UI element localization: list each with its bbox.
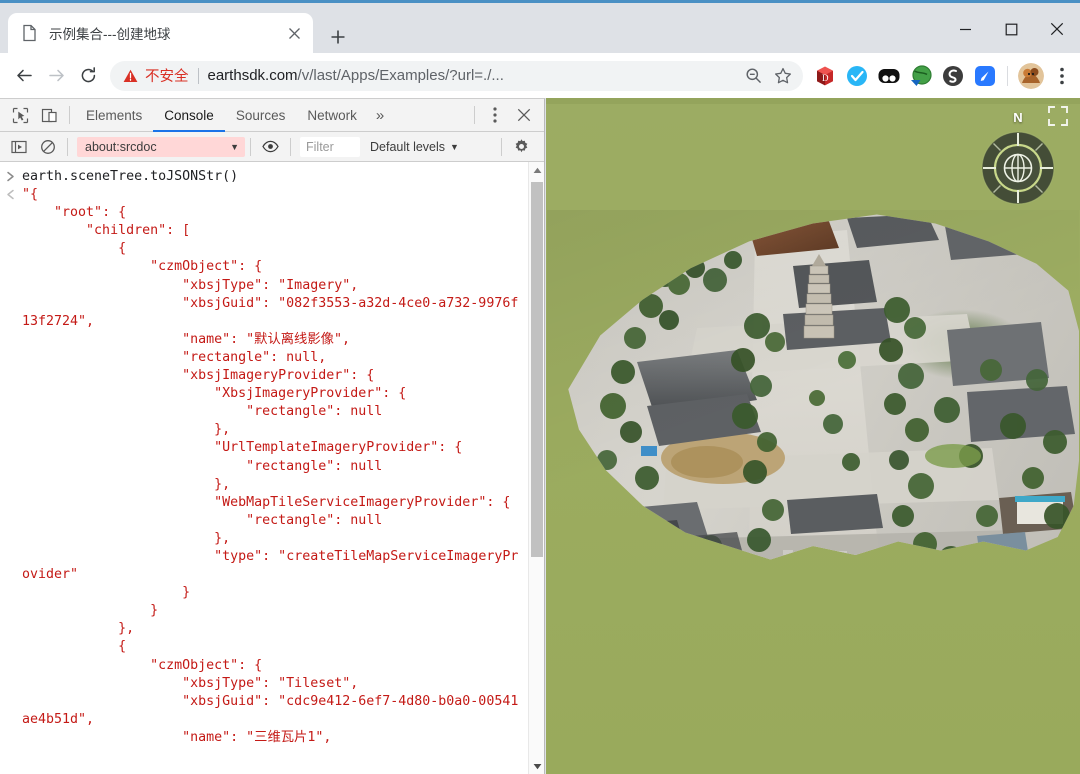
svg-text:D: D [822,73,829,83]
scrollbar-thumb[interactable] [531,182,543,557]
tab-label: Sources [235,107,286,123]
extension-dark-swirl-icon[interactable] [941,64,965,88]
inspect-element-icon[interactable] [6,101,35,129]
kebab-menu-icon[interactable] [1048,60,1076,92]
gear-icon[interactable] [507,133,536,161]
live-expression-icon[interactable] [256,133,285,161]
toolbar-divider [474,106,475,124]
scene-top-shade [546,98,1080,104]
url-domain: earthsdk.com [207,67,298,84]
tab-sources[interactable]: Sources [225,99,297,132]
execution-context-select[interactable]: about:srcdoc ▼ [77,136,245,157]
device-toolbar-icon[interactable] [35,101,64,129]
console-scrollbar[interactable] [528,162,544,774]
browser-window: 示例集合---创建地球 不安全 earthsdk.com/v/last/Apps… [0,0,1080,774]
console-toolbar: about:srcdoc ▼ Filter Default levels ▼ [0,132,544,162]
clear-console-icon[interactable] [33,133,62,161]
scroll-down-arrow-icon[interactable] [529,758,544,774]
prompt-marker [0,168,22,186]
plus-icon [331,30,345,44]
console-sidebar-icon[interactable] [4,133,33,161]
extension-black-eyes-icon[interactable] [877,64,901,88]
extensions-area: D [809,60,1080,92]
console-output[interactable]: earth.sceneTree.toJSONStr() "{ "root": {… [0,162,544,774]
arrow-right-icon [48,69,64,82]
extension-red-cube-icon[interactable]: D [813,64,837,88]
filter-placeholder: Filter [306,139,334,154]
toolbar-divider [69,106,70,124]
pagoda-structure [802,254,836,340]
tab-label: Network [307,107,357,123]
close-button[interactable] [1034,6,1080,52]
maximize-button[interactable] [988,6,1034,52]
close-devtools-button[interactable] [509,101,538,129]
console-result-text: "{ "root": { "children": [ { "czmObject"… [22,187,519,745]
back-button[interactable] [8,60,40,92]
compass-navigation-icon[interactable]: N [980,110,1056,206]
log-levels-select[interactable]: Default levels ▼ [370,140,459,154]
tab-network[interactable]: Network [296,99,368,132]
zoom-out-icon[interactable] [738,61,768,91]
tab-elements[interactable]: Elements [75,99,153,132]
extension-blue-note-icon[interactable] [973,64,997,88]
kebab-menu-icon[interactable] [480,101,509,129]
tab-console[interactable]: Console [153,99,225,132]
tab-title: 示例集合---创建地球 [49,27,171,42]
log-levels-label: Default levels [370,139,446,154]
result-marker [0,186,22,747]
document-icon [21,24,38,42]
devtools-tabbar: Elements Console Sources Network » [0,99,544,132]
fullscreen-icon[interactable] [1046,104,1070,128]
console-result-row[interactable]: "{ "root": { "children": [ { "czmObject"… [0,186,528,747]
tab-strip: 示例集合---创建地球 [0,3,1080,53]
more-tabs-button[interactable]: » [368,99,392,132]
avatar[interactable] [1018,62,1044,89]
reload-button[interactable] [72,60,104,92]
cesium-3d-viewport[interactable]: N [546,98,1080,774]
extension-globe-download-icon[interactable] [909,64,933,88]
toolbar-divider [501,137,502,156]
address-bar[interactable]: 不安全 earthsdk.com/v/last/Apps/Examples/?u… [110,60,803,91]
browser-toolbar: 不安全 earthsdk.com/v/last/Apps/Examples/?u… [0,53,1080,98]
url-text: earthsdk.com/v/last/Apps/Examples/?url=.… [208,67,739,84]
window-controls [942,6,1080,52]
console-scroll-area: earth.sceneTree.toJSONStr() "{ "root": {… [0,162,528,774]
browser-tab[interactable]: 示例集合---创建地球 [8,13,313,53]
warning-triangle-icon [123,69,138,83]
compass-north-label: N [1013,110,1023,125]
toolbar-divider [1007,65,1008,86]
new-tab-button[interactable] [322,21,354,53]
url-path: /v/last/Apps/Examples/?url=./... [297,67,504,84]
minimize-button[interactable] [942,6,988,52]
close-icon[interactable] [281,20,307,46]
forward-button [40,60,72,92]
toolbar-divider [67,137,68,156]
console-command-row[interactable]: earth.sceneTree.toJSONStr() [0,162,528,186]
scroll-up-arrow-icon[interactable] [529,162,544,178]
devtools-panel: Elements Console Sources Network » about… [0,98,545,774]
reload-icon [81,67,95,83]
toolbar-divider [290,137,291,156]
tileset-3d-model[interactable] [547,210,1079,658]
omnibox-divider [197,67,199,84]
extension-blue-check-icon[interactable] [845,64,869,88]
execution-context-value: about:srcdoc [85,139,157,154]
security-warning-text: 不安全 [145,69,189,85]
chevron-down-icon: ▼ [450,141,459,152]
arrow-left-icon [16,69,32,82]
tab-label: Elements [86,107,143,123]
star-icon[interactable] [768,61,798,91]
filter-input[interactable]: Filter [300,136,360,157]
toolbar-divider [250,137,251,156]
chevron-down-icon: ▼ [230,141,239,152]
tab-label: Console [164,107,214,123]
console-command-text: earth.sceneTree.toJSONStr() [22,169,239,184]
